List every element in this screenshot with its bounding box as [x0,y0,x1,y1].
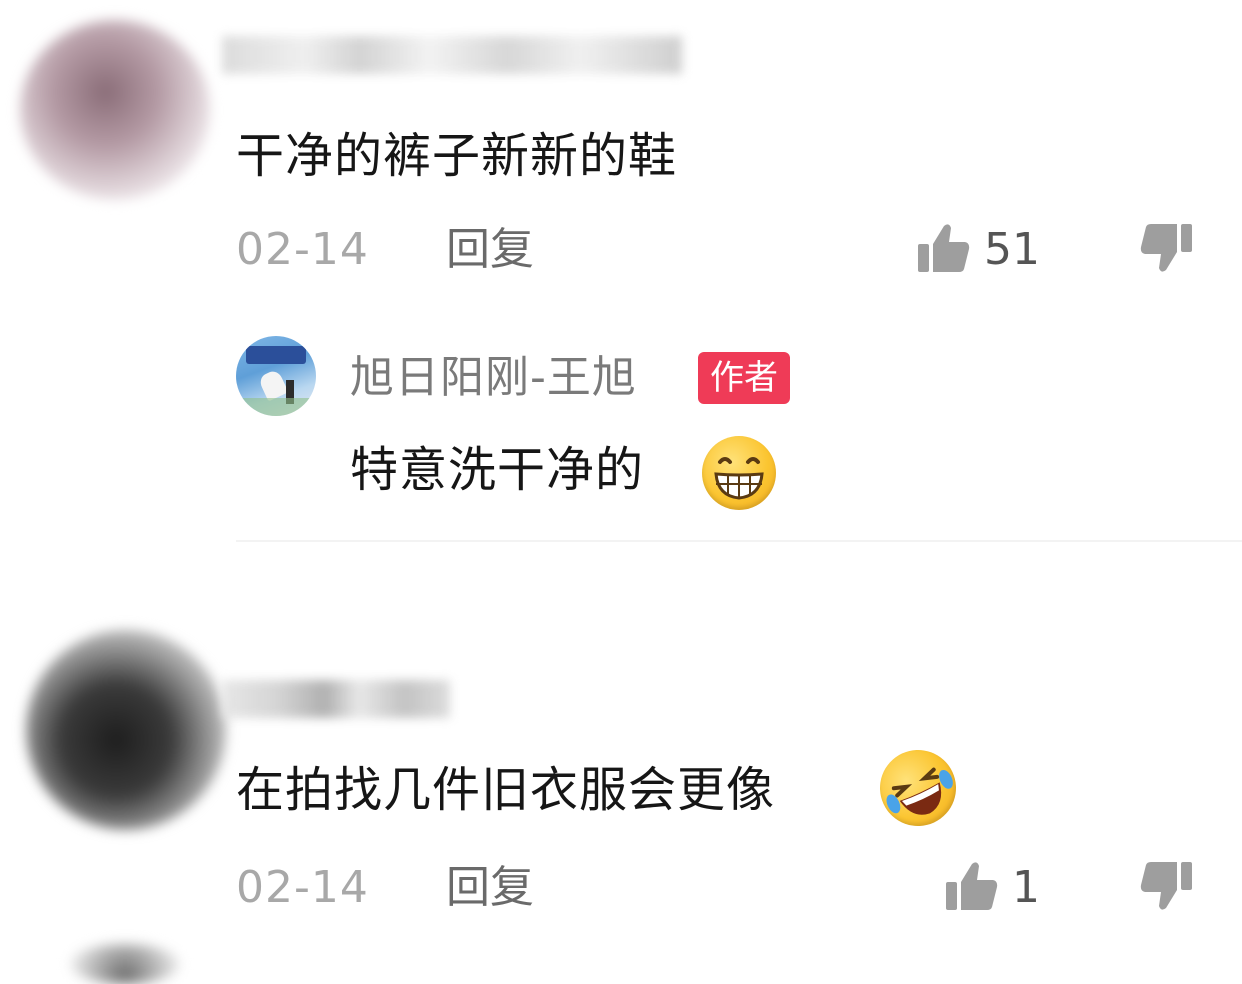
thumbs-down-icon[interactable] [1138,220,1194,276]
comment-text: 在拍找几件旧衣服会更像 [236,762,776,818]
avatar[interactable] [26,630,226,830]
avatar[interactable] [70,944,180,984]
thumbs-down-icon[interactable] [1138,858,1194,914]
like-count: 51 [984,224,1040,275]
author-reply: 旭日阳刚-王旭 作者 特意洗干净的 [0,320,1242,540]
grinning-emoji [702,436,776,510]
divider [236,540,1242,542]
reply-button[interactable]: 回复 [446,866,534,910]
comment-date: 02-14 [236,862,369,913]
comment-2: 在拍找几件旧衣服会更像 02-14 回复 1 [0,600,1242,920]
avatar[interactable] [20,20,210,200]
like-count: 1 [1012,862,1040,913]
author-name[interactable]: 旭日阳刚-王旭 [350,356,637,400]
comment-date: 02-14 [236,224,369,275]
username[interactable] [222,36,682,74]
author-badge: 作者 [698,352,790,404]
thumbs-up-icon[interactable] [916,220,972,276]
thumbs-up-icon[interactable] [944,858,1000,914]
reply-button[interactable]: 回复 [446,228,534,272]
author-avatar[interactable] [236,336,316,416]
username[interactable] [222,680,450,718]
comment-1: 干净的裤子新新的鞋 02-14 回复 51 [0,0,1242,300]
comment-text: 干净的裤子新新的鞋 [236,128,678,184]
rolling-laughing-emoji [867,737,969,839]
reply-text: 特意洗干净的 [350,442,645,498]
